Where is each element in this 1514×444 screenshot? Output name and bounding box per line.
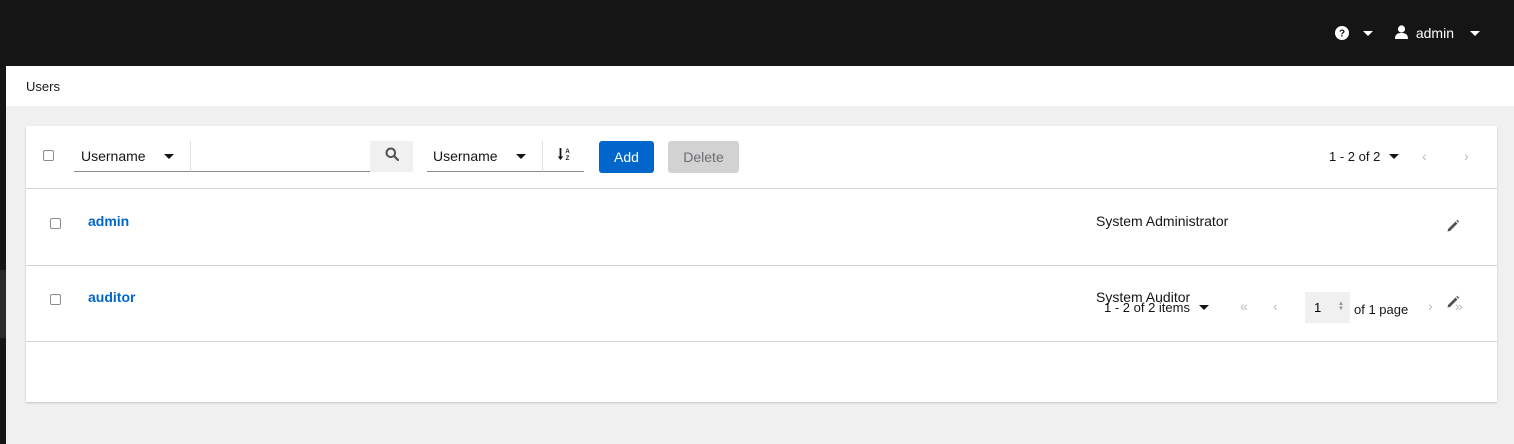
list-toolbar: Username Username AZ Add Delete 1 - 2 of… [26,126,1497,189]
previous-page-button[interactable]: ‹ [1273,298,1278,314]
chevron-down-icon [1470,30,1480,36]
page-count-label: of 1 page [1354,302,1409,317]
page-number-field[interactable] [1305,292,1342,323]
user-name: admin [1415,25,1454,41]
items-summary: 1 - 2 of 2 items [1104,300,1190,315]
table-row: admin System Administrator [26,189,1497,266]
chevron-down-icon [1362,30,1373,36]
chevron-down-icon [1389,154,1400,159]
username-link[interactable]: auditor [88,289,135,305]
main-content: Users Username Username AZ Add Delete 1 … [6,66,1514,444]
sort-alpha-down-icon: AZ [557,147,571,166]
last-page-button[interactable]: » [1455,298,1463,314]
help-dropdown[interactable]: ? [1334,26,1373,40]
row-checkbox[interactable] [50,294,61,305]
masthead-tools: ? admin [1334,0,1514,66]
chevron-down-icon [516,153,526,159]
chevron-down-icon [164,153,174,159]
chevron-down-icon [1198,305,1209,310]
next-page-button[interactable]: › [1428,298,1433,314]
items-per-page-toggle[interactable]: 1 - 2 of 2 items [1104,300,1209,315]
question-circle-icon: ? [1334,26,1349,40]
breadcrumb: Users [6,66,1514,106]
svg-text:?: ? [1339,29,1345,40]
add-button[interactable]: Add [599,141,654,173]
next-page-button[interactable]: › [1464,148,1469,164]
previous-page-button[interactable]: ‹ [1422,148,1427,164]
user-dropdown[interactable]: admin [1394,24,1480,42]
pagination-toggle[interactable]: 1 - 2 of 2 [1329,149,1400,164]
edit-user-button[interactable] [1446,219,1460,238]
filter-field-label: Username [81,148,146,164]
search-icon [385,147,399,166]
sort-order-button[interactable]: AZ [542,141,584,172]
select-all-checkbox[interactable] [43,150,54,161]
delete-button[interactable]: Delete [668,141,739,173]
filter-field-select[interactable]: Username [74,141,190,172]
first-page-button[interactable]: « [1240,298,1248,314]
users-list-card: Username Username AZ Add Delete 1 - 2 of… [26,126,1497,402]
pencil-icon [1446,219,1460,237]
search-button[interactable] [370,141,413,172]
masthead: ? admin [0,0,1514,66]
sort-field-label: Username [433,148,498,164]
breadcrumb-current: Users [26,79,60,94]
row-checkbox[interactable] [50,218,61,229]
spinner-arrows-icon: ▲ ▼ [1338,301,1344,312]
pagination-summary: 1 - 2 of 2 [1329,149,1381,164]
user-role: System Administrator [1096,213,1229,229]
username-link[interactable]: admin [88,213,129,229]
sort-field-select[interactable]: Username [427,141,542,172]
svg-text:A: A [565,149,570,155]
svg-text:Z: Z [565,156,569,161]
current-page-input[interactable]: ▲▼ [1305,292,1350,323]
user-icon [1394,24,1408,42]
search-input[interactable] [190,141,370,172]
